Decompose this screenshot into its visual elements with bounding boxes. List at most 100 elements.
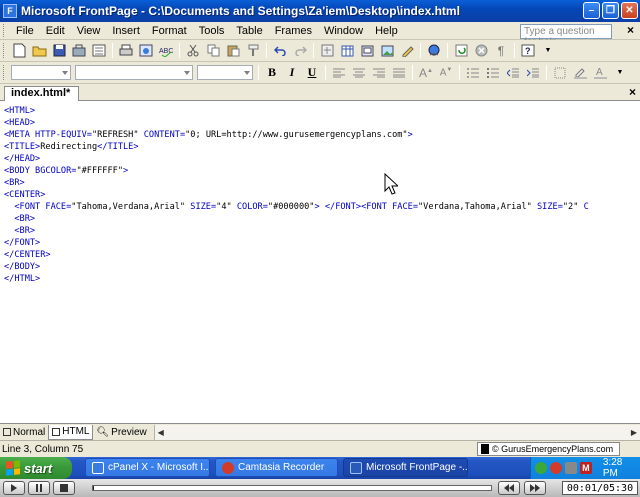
- seek-bar[interactable]: [92, 485, 492, 491]
- spelling-icon[interactable]: ABC: [157, 42, 175, 60]
- undo-icon[interactable]: [271, 42, 289, 60]
- help-search-input[interactable]: Type a question for help: [520, 24, 612, 48]
- font-color-icon[interactable]: A: [591, 64, 609, 82]
- italic-button[interactable]: I: [283, 64, 301, 82]
- task-label: Camtasia Recorder: [238, 462, 325, 473]
- menu-file[interactable]: File: [10, 23, 40, 39]
- close-tab-icon[interactable]: ×: [629, 85, 636, 99]
- toolbar-separator: [266, 43, 267, 58]
- copy-icon[interactable]: [204, 42, 222, 60]
- align-left-icon[interactable]: [330, 64, 348, 82]
- menu-help[interactable]: Help: [369, 23, 404, 39]
- menu-tools[interactable]: Tools: [193, 23, 231, 39]
- toolbar-options-icon[interactable]: ▼: [539, 42, 557, 60]
- decrease-indent-icon[interactable]: [504, 64, 522, 82]
- refresh-icon[interactable]: [452, 42, 470, 60]
- stop-icon[interactable]: [472, 42, 490, 60]
- scroll-right-icon[interactable]: ▶: [628, 426, 640, 439]
- camtasia-tray-icon[interactable]: [549, 462, 562, 474]
- insert-layer-icon[interactable]: [358, 42, 376, 60]
- justify-icon[interactable]: [390, 64, 408, 82]
- task-frontpage[interactable]: Microsoft FrontPage -...: [343, 458, 468, 477]
- hyperlink-icon[interactable]: [425, 42, 443, 60]
- format-painter-icon[interactable]: [244, 42, 262, 60]
- new-page-icon[interactable]: [10, 42, 28, 60]
- toolbar-grip[interactable]: [3, 65, 6, 80]
- stop-playback-icon[interactable]: [53, 481, 75, 495]
- toolbar-options-icon[interactable]: ▼: [611, 64, 629, 82]
- title-bar: F Microsoft FrontPage - C:\Documents and…: [0, 0, 640, 22]
- rewind-icon[interactable]: [498, 481, 520, 495]
- paste-icon[interactable]: [224, 42, 242, 60]
- scroll-left-icon[interactable]: ◀: [155, 426, 167, 439]
- menu-table[interactable]: Table: [230, 23, 268, 39]
- help-icon[interactable]: ?: [519, 42, 537, 60]
- watermark: © GurusEmergencyPlans.com: [477, 442, 621, 456]
- decrease-font-size-icon[interactable]: A▼: [437, 64, 455, 82]
- numbering-icon[interactable]: [464, 64, 482, 82]
- tab-normal-view[interactable]: Normal: [0, 425, 48, 440]
- network-icon[interactable]: [535, 462, 547, 474]
- redo-icon[interactable]: [291, 42, 309, 60]
- document-tab[interactable]: index.html*: [4, 86, 80, 101]
- pause-icon[interactable]: [28, 481, 50, 495]
- minimize-button[interactable]: –: [583, 2, 600, 19]
- frontpage-app-icon[interactable]: F: [3, 4, 17, 18]
- highlight-color-icon[interactable]: [571, 64, 589, 82]
- toolbar-separator: [447, 43, 448, 58]
- camtasia-icon: [222, 461, 234, 474]
- underline-button[interactable]: U: [303, 64, 321, 82]
- code-line: </BODY>: [4, 262, 41, 272]
- print-icon[interactable]: [117, 42, 135, 60]
- tab-preview-view[interactable]: 🔍︎ Preview: [93, 425, 149, 440]
- bold-button[interactable]: B: [263, 64, 281, 82]
- task-cpanel[interactable]: cPanel X - Microsoft I...: [85, 458, 210, 477]
- align-center-icon[interactable]: [350, 64, 368, 82]
- insert-picture-icon[interactable]: [378, 42, 396, 60]
- standard-toolbar: ABC ¶ ? ▼: [0, 40, 640, 62]
- security-tray-icon[interactable]: [564, 462, 577, 474]
- borders-icon[interactable]: [551, 64, 569, 82]
- start-button[interactable]: start: [0, 457, 72, 479]
- folder-list-icon[interactable]: [90, 42, 108, 60]
- font-select[interactable]: [75, 65, 193, 80]
- drawing-icon[interactable]: [398, 42, 416, 60]
- increase-font-size-icon[interactable]: A▲: [417, 64, 435, 82]
- insert-table-icon[interactable]: [338, 42, 356, 60]
- play-icon[interactable]: [3, 481, 25, 495]
- task-camtasia[interactable]: Camtasia Recorder: [215, 458, 338, 477]
- align-right-icon[interactable]: [370, 64, 388, 82]
- toolbar-grip[interactable]: [3, 43, 6, 58]
- bullets-icon[interactable]: [484, 64, 502, 82]
- cut-icon[interactable]: [184, 42, 202, 60]
- increase-indent-icon[interactable]: [524, 64, 542, 82]
- preview-in-browser-icon[interactable]: [137, 42, 155, 60]
- web-component-icon[interactable]: [318, 42, 336, 60]
- code-line: </CENTER>: [4, 250, 51, 260]
- mail-tray-icon[interactable]: M: [579, 462, 592, 474]
- save-icon[interactable]: [50, 42, 68, 60]
- menu-insert[interactable]: Insert: [106, 23, 146, 39]
- html-code-editor[interactable]: <HTML> <HEAD> <META HTTP-EQUIV="REFRESH" C…: [0, 101, 640, 423]
- style-select[interactable]: [11, 65, 71, 80]
- menu-format[interactable]: Format: [146, 23, 193, 39]
- font-size-select[interactable]: [197, 65, 253, 80]
- close-document-icon[interactable]: ×: [627, 23, 634, 37]
- fast-forward-icon[interactable]: [524, 481, 546, 495]
- horizontal-scrollbar[interactable]: ◀ ▶: [153, 424, 640, 440]
- menu-edit[interactable]: Edit: [40, 23, 71, 39]
- publish-icon[interactable]: [70, 42, 88, 60]
- frontpage-icon: [350, 461, 362, 474]
- menu-view[interactable]: View: [71, 23, 107, 39]
- show-all-icon[interactable]: ¶: [492, 42, 510, 60]
- tab-html-view[interactable]: HTML: [48, 424, 94, 440]
- toolbar-separator: [313, 43, 314, 58]
- close-button[interactable]: ✕: [621, 2, 638, 19]
- code-line: <HEAD>: [4, 118, 36, 128]
- menubar-grip[interactable]: [3, 24, 6, 37]
- menu-window[interactable]: Window: [318, 23, 369, 39]
- open-folder-icon[interactable]: [30, 42, 48, 60]
- menu-frames[interactable]: Frames: [269, 23, 318, 39]
- restore-button[interactable]: ❐: [602, 2, 619, 19]
- preview-label: Preview: [111, 426, 147, 438]
